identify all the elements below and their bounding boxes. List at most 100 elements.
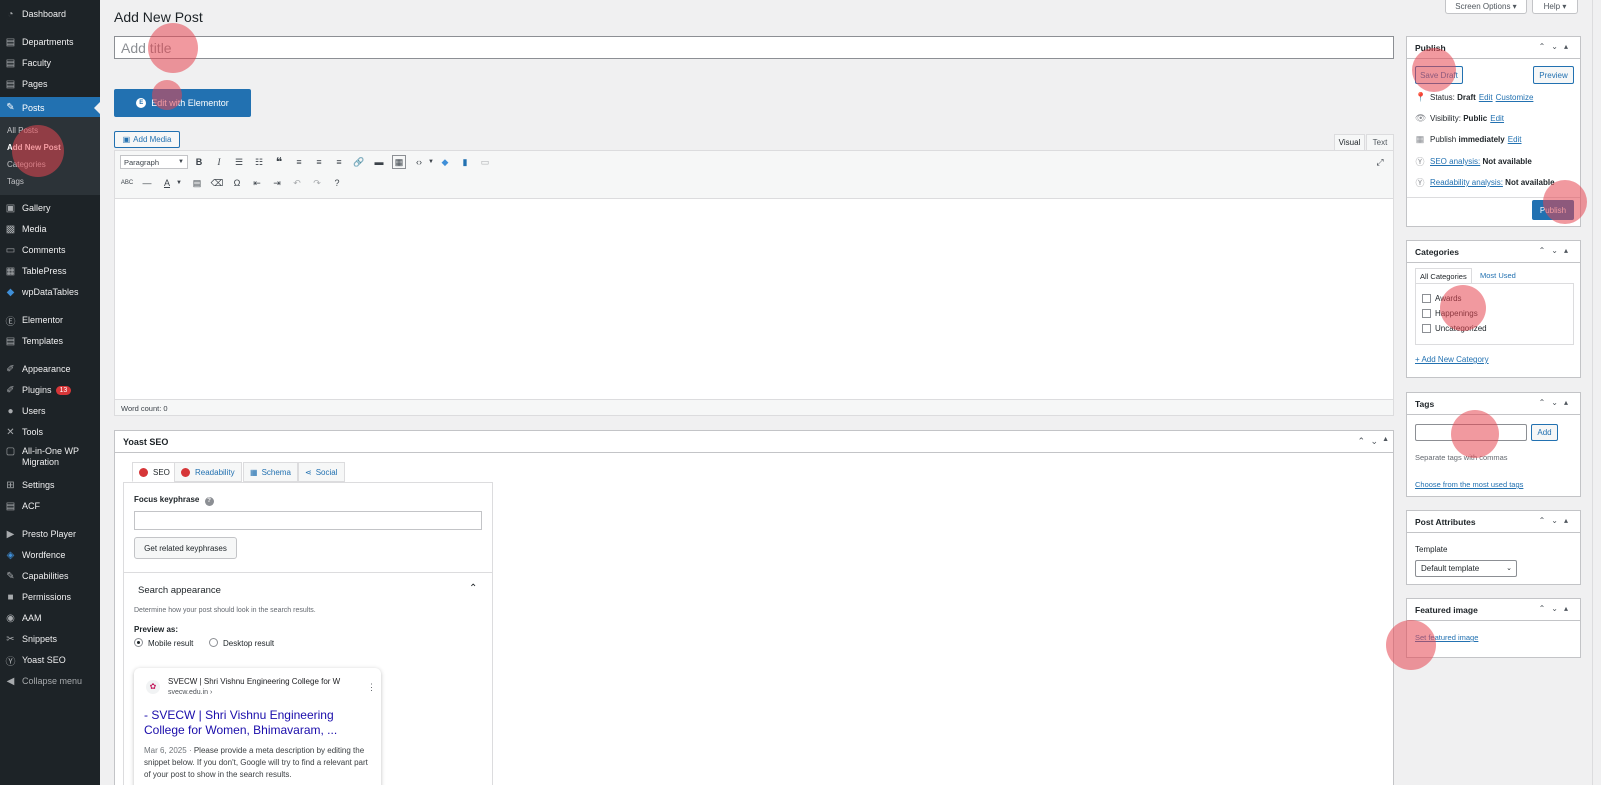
- sidebar-item-faculty[interactable]: ▤ Faculty: [0, 53, 100, 73]
- submenu-tags[interactable]: Tags: [7, 177, 24, 186]
- chart-icon[interactable]: ▮: [458, 155, 472, 169]
- box-controls[interactable]: ⌃⌄▴: [1539, 398, 1574, 407]
- collapse-menu-button[interactable]: ◀ Collapse menu: [0, 671, 100, 691]
- sidebar-item-tablepress[interactable]: ▦ TablePress: [0, 261, 100, 281]
- tag-input[interactable]: [1415, 424, 1527, 441]
- template-select[interactable]: Default template ⌄: [1415, 560, 1517, 577]
- strikethrough-icon[interactable]: ABC: [120, 176, 134, 190]
- sidebar-item-pages[interactable]: ▤ Pages: [0, 74, 100, 94]
- horizontal-line-icon[interactable]: —: [140, 176, 154, 190]
- sidebar-item-tools[interactable]: ✕ Tools: [0, 422, 100, 442]
- undo-icon[interactable]: ↶: [290, 176, 304, 190]
- category-item[interactable]: Awards: [1422, 294, 1462, 303]
- edit-visibility-link[interactable]: Edit: [1490, 114, 1504, 123]
- align-center-icon[interactable]: ≡: [312, 155, 326, 169]
- sidebar-item-acf[interactable]: ▤ ACF: [0, 496, 100, 516]
- customize-link[interactable]: Customize: [1496, 93, 1534, 102]
- add-new-category-link[interactable]: + Add New Category: [1415, 355, 1489, 364]
- set-featured-image-link[interactable]: Set featured image: [1415, 633, 1478, 642]
- mobile-result-label[interactable]: Mobile result: [148, 639, 193, 648]
- box-controls[interactable]: ⌃⌄▴: [1539, 42, 1574, 51]
- sidebar-item-departments[interactable]: ▤ Departments: [0, 32, 100, 52]
- sidebar-item-gallery[interactable]: ▣ Gallery: [0, 198, 100, 218]
- desktop-result-radio[interactable]: [209, 638, 218, 647]
- sidebar-item-wordfence[interactable]: ◈ Wordfence: [0, 545, 100, 565]
- mobile-result-radio[interactable]: [134, 638, 143, 647]
- tab-schema[interactable]: ▦ Schema: [243, 462, 298, 482]
- sidebar-item-snippets[interactable]: ✂ Snippets: [0, 629, 100, 649]
- help-button[interactable]: Help ▾: [1532, 0, 1578, 14]
- publish-button[interactable]: Publish: [1532, 200, 1574, 220]
- chevron-up-icon[interactable]: ⌃: [469, 583, 477, 594]
- sidebar-item-all-in-one-migration[interactable]: ▢ All-in-One WP Migration: [0, 446, 100, 470]
- sidebar-item-yoast-seo[interactable]: Ⓨ Yoast SEO: [0, 650, 100, 670]
- sidebar-item-aam[interactable]: ◉ AAM: [0, 608, 100, 628]
- get-related-keyphrases-button[interactable]: Get related keyphrases: [134, 537, 237, 559]
- seo-analysis-link[interactable]: SEO analysis:: [1430, 157, 1480, 166]
- screen-options-button[interactable]: Screen Options ▾: [1445, 0, 1527, 14]
- desktop-result-label[interactable]: Desktop result: [223, 639, 274, 648]
- edit-status-link[interactable]: Edit: [1479, 93, 1493, 102]
- toolbar-toggle-icon[interactable]: ▦: [392, 155, 406, 169]
- edit-with-elementor-button[interactable]: E Edit with Elementor: [114, 89, 251, 117]
- checkbox[interactable]: [1422, 294, 1431, 303]
- help-icon[interactable]: ?: [204, 497, 214, 506]
- submenu-add-new-post[interactable]: Add New Post: [7, 143, 61, 152]
- readability-analysis-link[interactable]: Readability analysis:: [1430, 178, 1503, 187]
- blockquote-icon[interactable]: ❝: [272, 155, 286, 169]
- snippet-title[interactable]: - SVECW | Shri Vishnu Engineering Colleg…: [144, 708, 369, 738]
- bullet-list-icon[interactable]: ☰: [232, 155, 246, 169]
- link-icon[interactable]: 🔗: [352, 155, 366, 169]
- sidebar-item-dashboard[interactable]: ◔ Dashboard: [0, 4, 100, 24]
- box-controls[interactable]: ⌃⌄▴: [1539, 516, 1574, 525]
- add-tag-button[interactable]: Add: [1531, 424, 1558, 441]
- sidebar-item-presto-player[interactable]: ▶ Presto Player: [0, 524, 100, 544]
- chevron-down-icon[interactable]: ⌄: [1370, 436, 1378, 447]
- sidebar-item-elementor[interactable]: Ⓔ Elementor: [0, 310, 100, 330]
- sidebar-item-templates[interactable]: ▤ Templates: [0, 331, 100, 351]
- align-left-icon[interactable]: ≡: [292, 155, 306, 169]
- fullscreen-icon[interactable]: ⤢: [1373, 155, 1387, 169]
- wpdatatables-icon[interactable]: ◆: [438, 155, 452, 169]
- sidebar-item-media[interactable]: ▩ Media: [0, 219, 100, 239]
- post-title-input[interactable]: Add title: [114, 36, 1394, 59]
- toggle-panel-icon[interactable]: ▲: [1382, 436, 1389, 443]
- save-draft-button[interactable]: Save Draft: [1415, 66, 1463, 84]
- sidebar-item-appearance[interactable]: ✐ Appearance: [0, 359, 100, 379]
- read-more-icon[interactable]: ▬: [372, 155, 386, 169]
- submenu-categories[interactable]: Categories: [7, 160, 46, 169]
- tab-social[interactable]: ⋖ Social: [298, 462, 345, 482]
- indent-icon[interactable]: ⇥: [270, 176, 284, 190]
- tab-all-categories[interactable]: All Categories: [1415, 268, 1472, 283]
- checkbox[interactable]: [1422, 324, 1431, 333]
- box-controls[interactable]: ⌃⌄▴: [1539, 246, 1574, 255]
- tab-seo[interactable]: SEO: [132, 462, 177, 482]
- numbered-list-icon[interactable]: ☷: [252, 155, 266, 169]
- category-item[interactable]: Uncategorized: [1422, 324, 1487, 333]
- chevron-up-icon[interactable]: ⌃: [1357, 436, 1365, 447]
- help-icon[interactable]: ?: [330, 176, 344, 190]
- sidebar-item-comments[interactable]: ▭ Comments: [0, 240, 100, 260]
- choose-most-used-tags-link[interactable]: Choose from the most used tags: [1415, 480, 1523, 489]
- sidebar-item-plugins[interactable]: ✐ Plugins 13: [0, 380, 100, 400]
- sidebar-item-capabilities[interactable]: ✎ Capabilities: [0, 566, 100, 586]
- sidebar-item-wpdatatables[interactable]: ◆ wpDataTables: [0, 282, 100, 302]
- checkbox[interactable]: [1422, 309, 1431, 318]
- sidebar-item-posts[interactable]: ✎ Posts: [0, 97, 100, 118]
- category-item[interactable]: Happenings: [1422, 309, 1478, 318]
- format-select[interactable]: Paragraph ▼: [120, 155, 188, 169]
- special-character-icon[interactable]: Ω: [230, 176, 244, 190]
- focus-keyphrase-input[interactable]: [134, 511, 482, 530]
- box-controls[interactable]: ⌃⌄▴: [1539, 604, 1574, 613]
- submenu-all-posts[interactable]: All Posts: [7, 126, 38, 135]
- preview-button[interactable]: Preview: [1533, 66, 1574, 84]
- search-appearance-heading[interactable]: Search appearance: [138, 585, 221, 596]
- tab-readability[interactable]: Readability: [174, 462, 242, 482]
- chevron-down-icon[interactable]: ▼: [424, 155, 438, 169]
- add-media-button[interactable]: ▣ Add Media: [114, 131, 180, 148]
- sidebar-item-settings[interactable]: ⊞ Settings: [0, 475, 100, 495]
- tab-text[interactable]: Text: [1366, 134, 1394, 150]
- tab-visual[interactable]: Visual: [1334, 134, 1365, 150]
- chevron-down-icon[interactable]: ▼: [172, 176, 186, 190]
- align-right-icon[interactable]: ≡: [332, 155, 346, 169]
